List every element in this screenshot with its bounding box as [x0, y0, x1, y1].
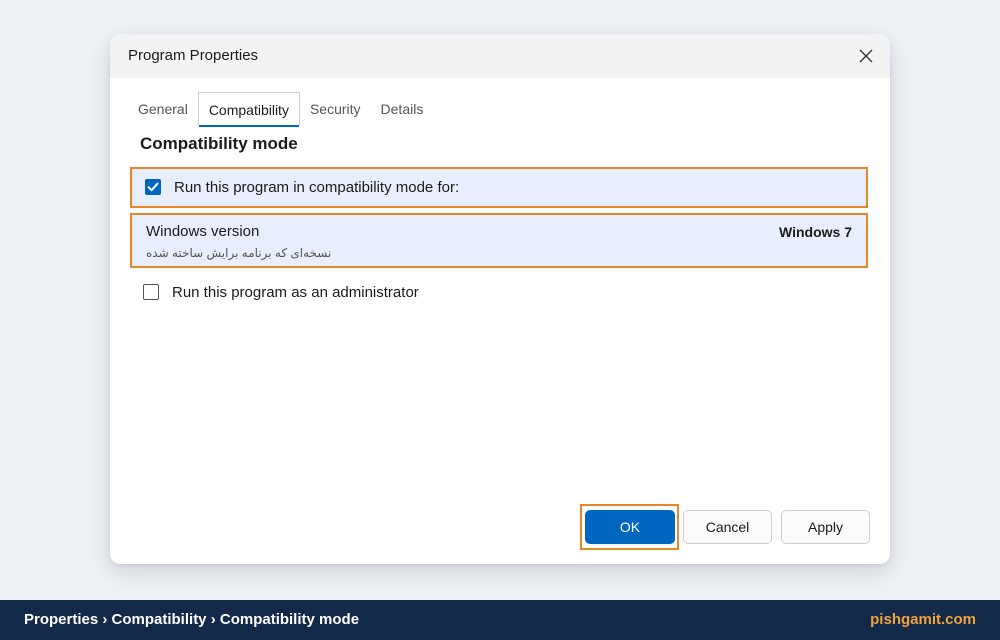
ok-button[interactable]: OK	[585, 510, 675, 544]
run-as-admin-checkbox[interactable]	[143, 284, 159, 300]
windows-version-row[interactable]: Windows version نسخه‌ای که برنامه برایش …	[130, 213, 868, 268]
tab-strip: General Compatibility Security Details	[128, 92, 434, 127]
breadcrumb: Properties › Compatibility › Compatibili…	[24, 611, 360, 628]
tab-label: Security	[309, 101, 361, 117]
tab-general[interactable]: General	[128, 92, 198, 126]
brand-label: pishgamit.com	[870, 611, 976, 628]
compatibility-mode-row[interactable]: Run this program in compatibility mode f…	[130, 167, 868, 208]
compatibility-mode-label: Run this program in compatibility mode f…	[174, 179, 460, 196]
cancel-button[interactable]: Cancel	[683, 510, 772, 544]
footer-bar: Properties › Compatibility › Compatibili…	[0, 600, 1000, 640]
apply-button[interactable]: Apply	[781, 510, 870, 544]
tab-label: Details	[380, 101, 424, 117]
windows-version-label: Windows version	[146, 223, 260, 240]
window-title: Program Properties	[128, 47, 259, 64]
tab-label: General	[138, 101, 188, 117]
tab-details[interactable]: Details	[371, 92, 434, 126]
compatibility-mode-checkbox[interactable]	[145, 179, 161, 195]
screen: Program Properties General Compatibility…	[0, 0, 1000, 640]
properties-dialog: Program Properties General Compatibility…	[110, 34, 890, 564]
tab-security[interactable]: Security	[300, 92, 371, 126]
windows-version-description: نسخه‌ای که برنامه برایش ساخته شده	[146, 246, 332, 260]
windows-version-value[interactable]: Windows 7	[779, 224, 852, 240]
close-icon	[859, 49, 873, 63]
title-bar: Program Properties	[110, 34, 890, 78]
section-heading: Compatibility mode	[140, 134, 298, 153]
checkmark-icon	[147, 182, 159, 192]
run-as-admin-label: Run this program as an administrator	[172, 284, 419, 301]
tab-compatibility[interactable]: Compatibility	[197, 92, 300, 127]
tab-label: Compatibility	[208, 101, 289, 118]
close-button[interactable]	[850, 40, 882, 72]
